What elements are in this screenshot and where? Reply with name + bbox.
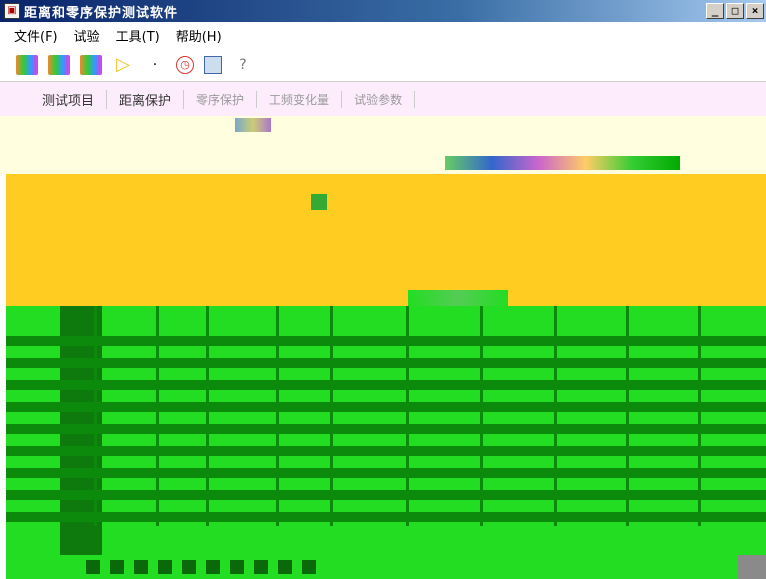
clock-icon[interactable]: ◷ [176,55,194,74]
footer-cell [302,560,316,574]
footer-cell [134,560,148,574]
size-grip[interactable] [738,555,766,579]
table-row[interactable] [6,512,766,522]
menu-file[interactable]: 文件(F) [14,26,58,45]
window-title: 距离和零序保护测试软件 [24,5,179,21]
orange-footer-strip [408,290,508,306]
app-icon: ▣ [4,3,20,19]
panel-icon [235,118,271,132]
tab-test-items[interactable]: 测试项目 [30,89,108,109]
footer-cell [206,560,220,574]
tab-power-frequency-variation[interactable]: 工频变化量 [257,90,343,108]
tab-strip: 测试项目 距离保护 零序保护 工频变化量 试验参数 [0,82,766,116]
footer-cell [278,560,292,574]
table-row[interactable] [6,490,766,500]
close-button[interactable]: × [746,3,764,19]
footer-cell [254,560,268,574]
table-row[interactable] [6,446,766,456]
tab-zero-sequence-protection[interactable]: 零序保护 [184,90,258,108]
color-chart-icon[interactable] [48,54,70,75]
separator-icon: · [152,56,158,73]
table-row[interactable] [6,402,766,412]
footer-cell [110,560,124,574]
menu-tools[interactable]: 工具(T) [116,26,160,45]
status-strip [445,156,680,170]
palette-icon[interactable] [80,54,102,75]
help-icon[interactable]: ? [232,55,254,75]
orange-marker [311,194,327,210]
table-row[interactable] [6,380,766,390]
document-icon[interactable] [204,55,222,74]
tab-test-parameters[interactable]: 试验参数 [342,90,416,108]
table-footer [6,555,766,579]
title-bar: ▣ 距离和零序保护测试软件 _ □ × [0,0,766,22]
orange-panel [6,174,766,306]
toolbar: ▷ · ◷ ? [0,48,766,82]
footer-cell [158,560,172,574]
maximize-button[interactable]: □ [726,3,744,19]
table-row[interactable] [6,336,766,346]
footer-cell [182,560,196,574]
tab-distance-protection[interactable]: 距离保护 [107,89,185,109]
menu-test[interactable]: 试验 [74,26,100,45]
menu-help[interactable]: 帮助(H) [176,26,222,45]
play-icon[interactable]: ▷ [112,54,134,75]
footer-cell [86,560,100,574]
upper-panel [0,116,766,174]
menu-bar: 文件(F) 试验 工具(T) 帮助(H) [0,22,766,48]
minimize-button[interactable]: _ [706,3,724,19]
data-table [6,306,766,579]
table-row[interactable] [6,468,766,478]
footer-cell [230,560,244,574]
app-logo-icon[interactable] [16,54,38,75]
window-controls: _ □ × [706,3,764,19]
table-row[interactable] [6,358,766,368]
table-row[interactable] [6,424,766,434]
